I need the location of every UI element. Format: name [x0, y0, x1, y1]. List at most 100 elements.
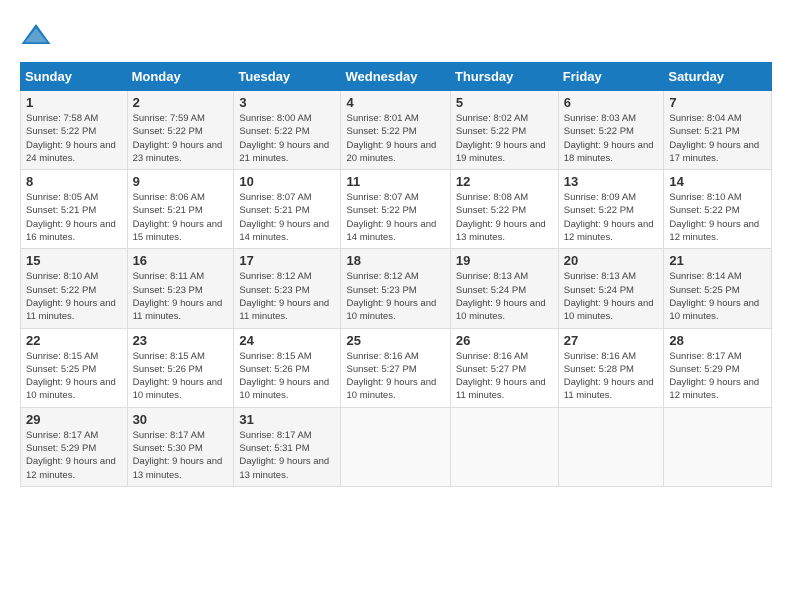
day-info: Sunrise: 8:16 AMSunset: 5:27 PMDaylight:… — [456, 350, 553, 403]
calendar-cell: 8 Sunrise: 8:05 AMSunset: 5:21 PMDaylight… — [21, 170, 128, 249]
calendar-cell: 11Sunrise: 8:07 AMSunset: 5:22 PMDayligh… — [341, 170, 450, 249]
day-number: 19 — [456, 253, 553, 268]
calendar-cell: 1 Sunrise: 7:58 AMSunset: 5:22 PMDaylight… — [21, 91, 128, 170]
day-info: Sunrise: 8:12 AMSunset: 5:23 PMDaylight:… — [346, 270, 444, 323]
day-number: 3 — [239, 95, 335, 110]
header-sunday: Sunday — [21, 63, 128, 91]
week-row-2: 15Sunrise: 8:10 AMSunset: 5:22 PMDayligh… — [21, 249, 772, 328]
day-number: 14 — [669, 174, 766, 189]
calendar-cell: 12 Sunrise: 8:08 AMSunset: 5:22 PMDayligh… — [450, 170, 558, 249]
day-number: 1 — [26, 95, 122, 110]
page-header — [20, 20, 772, 52]
calendar-cell: 21 Sunrise: 8:14 AMSunset: 5:25 PMDayligh… — [664, 249, 772, 328]
day-number: 12 — [456, 174, 553, 189]
day-info: Sunrise: 8:01 AMSunset: 5:22 PMDaylight:… — [346, 112, 444, 165]
day-info: Sunrise: 8:11 AMSunset: 5:23 PMDaylight:… — [133, 270, 229, 323]
week-row-0: 1 Sunrise: 7:58 AMSunset: 5:22 PMDaylight… — [21, 91, 772, 170]
day-number: 30 — [133, 412, 229, 427]
calendar-header: SundayMondayTuesdayWednesdayThursdayFrid… — [21, 63, 772, 91]
day-info: Sunrise: 8:03 AMSunset: 5:22 PMDaylight:… — [564, 112, 659, 165]
week-row-1: 8 Sunrise: 8:05 AMSunset: 5:21 PMDaylight… — [21, 170, 772, 249]
calendar-cell: 5 Sunrise: 8:02 AMSunset: 5:22 PMDaylight… — [450, 91, 558, 170]
day-number: 8 — [26, 174, 122, 189]
logo — [20, 20, 56, 52]
week-row-3: 22 Sunrise: 8:15 AMSunset: 5:25 PMDayligh… — [21, 328, 772, 407]
day-info: Sunrise: 8:17 AMSunset: 5:30 PMDaylight:… — [133, 429, 229, 482]
calendar-cell: 14 Sunrise: 8:10 AMSunset: 5:22 PMDayligh… — [664, 170, 772, 249]
calendar-cell: 29 Sunrise: 8:17 AMSunset: 5:29 PMDayligh… — [21, 407, 128, 486]
calendar-cell: 19 Sunrise: 8:13 AMSunset: 5:24 PMDayligh… — [450, 249, 558, 328]
day-number: 10 — [239, 174, 335, 189]
day-info: Sunrise: 8:07 AMSunset: 5:21 PMDaylight:… — [239, 191, 335, 244]
day-number: 9 — [133, 174, 229, 189]
calendar-cell: 16Sunrise: 8:11 AMSunset: 5:23 PMDayligh… — [127, 249, 234, 328]
day-info: Sunrise: 8:02 AMSunset: 5:22 PMDaylight:… — [456, 112, 553, 165]
day-number: 22 — [26, 333, 122, 348]
calendar-cell: 13 Sunrise: 8:09 AMSunset: 5:22 PMDayligh… — [558, 170, 664, 249]
week-row-4: 29 Sunrise: 8:17 AMSunset: 5:29 PMDayligh… — [21, 407, 772, 486]
day-info: Sunrise: 8:14 AMSunset: 5:25 PMDaylight:… — [669, 270, 766, 323]
calendar-cell: 3Sunrise: 8:00 AMSunset: 5:22 PMDaylight… — [234, 91, 341, 170]
calendar-cell — [558, 407, 664, 486]
calendar-cell: 23 Sunrise: 8:15 AMSunset: 5:26 PMDayligh… — [127, 328, 234, 407]
calendar-cell — [341, 407, 450, 486]
calendar-cell: 24 Sunrise: 8:15 AMSunset: 5:26 PMDayligh… — [234, 328, 341, 407]
day-info: Sunrise: 8:09 AMSunset: 5:22 PMDaylight:… — [564, 191, 659, 244]
calendar-cell: 4 Sunrise: 8:01 AMSunset: 5:22 PMDaylight… — [341, 91, 450, 170]
day-number: 20 — [564, 253, 659, 268]
header-wednesday: Wednesday — [341, 63, 450, 91]
day-number: 11 — [346, 174, 444, 189]
calendar-cell: 17Sunrise: 8:12 AMSunset: 5:23 PMDayligh… — [234, 249, 341, 328]
day-info: Sunrise: 8:06 AMSunset: 5:21 PMDaylight:… — [133, 191, 229, 244]
day-number: 4 — [346, 95, 444, 110]
day-number: 18 — [346, 253, 444, 268]
day-number: 2 — [133, 95, 229, 110]
day-number: 17 — [239, 253, 335, 268]
day-info: Sunrise: 7:58 AMSunset: 5:22 PMDaylight:… — [26, 112, 122, 165]
calendar-cell: 31Sunrise: 8:17 AMSunset: 5:31 PMDayligh… — [234, 407, 341, 486]
calendar-cell: 18 Sunrise: 8:12 AMSunset: 5:23 PMDayligh… — [341, 249, 450, 328]
day-number: 29 — [26, 412, 122, 427]
day-info: Sunrise: 8:15 AMSunset: 5:26 PMDaylight:… — [239, 350, 335, 403]
calendar-table: SundayMondayTuesdayWednesdayThursdayFrid… — [20, 62, 772, 487]
calendar-cell: 2 Sunrise: 7:59 AMSunset: 5:22 PMDaylight… — [127, 91, 234, 170]
calendar-cell: 30 Sunrise: 8:17 AMSunset: 5:30 PMDayligh… — [127, 407, 234, 486]
logo-icon — [20, 20, 52, 52]
calendar-cell: 10 Sunrise: 8:07 AMSunset: 5:21 PMDayligh… — [234, 170, 341, 249]
header-row: SundayMondayTuesdayWednesdayThursdayFrid… — [21, 63, 772, 91]
day-info: Sunrise: 7:59 AMSunset: 5:22 PMDaylight:… — [133, 112, 229, 165]
day-info: Sunrise: 8:15 AMSunset: 5:26 PMDaylight:… — [133, 350, 229, 403]
calendar-cell: 26Sunrise: 8:16 AMSunset: 5:27 PMDayligh… — [450, 328, 558, 407]
day-info: Sunrise: 8:10 AMSunset: 5:22 PMDaylight:… — [669, 191, 766, 244]
day-info: Sunrise: 8:15 AMSunset: 5:25 PMDaylight:… — [26, 350, 122, 403]
day-info: Sunrise: 8:10 AMSunset: 5:22 PMDaylight:… — [26, 270, 122, 323]
day-number: 24 — [239, 333, 335, 348]
day-number: 23 — [133, 333, 229, 348]
day-info: Sunrise: 8:13 AMSunset: 5:24 PMDaylight:… — [456, 270, 553, 323]
day-number: 25 — [346, 333, 444, 348]
header-saturday: Saturday — [664, 63, 772, 91]
calendar-cell — [664, 407, 772, 486]
calendar-cell: 28Sunrise: 8:17 AMSunset: 5:29 PMDayligh… — [664, 328, 772, 407]
day-number: 27 — [564, 333, 659, 348]
header-tuesday: Tuesday — [234, 63, 341, 91]
day-info: Sunrise: 8:17 AMSunset: 5:29 PMDaylight:… — [669, 350, 766, 403]
header-monday: Monday — [127, 63, 234, 91]
calendar-cell: 9 Sunrise: 8:06 AMSunset: 5:21 PMDaylight… — [127, 170, 234, 249]
day-info: Sunrise: 8:08 AMSunset: 5:22 PMDaylight:… — [456, 191, 553, 244]
calendar-body: 1 Sunrise: 7:58 AMSunset: 5:22 PMDaylight… — [21, 91, 772, 487]
day-number: 5 — [456, 95, 553, 110]
day-info: Sunrise: 8:17 AMSunset: 5:29 PMDaylight:… — [26, 429, 122, 482]
calendar-cell: 25Sunrise: 8:16 AMSunset: 5:27 PMDayligh… — [341, 328, 450, 407]
day-info: Sunrise: 8:16 AMSunset: 5:28 PMDaylight:… — [564, 350, 659, 403]
day-number: 21 — [669, 253, 766, 268]
calendar-cell: 27 Sunrise: 8:16 AMSunset: 5:28 PMDayligh… — [558, 328, 664, 407]
calendar-cell — [450, 407, 558, 486]
day-number: 13 — [564, 174, 659, 189]
calendar-cell: 20Sunrise: 8:13 AMSunset: 5:24 PMDayligh… — [558, 249, 664, 328]
header-thursday: Thursday — [450, 63, 558, 91]
day-number: 6 — [564, 95, 659, 110]
day-info: Sunrise: 8:05 AMSunset: 5:21 PMDaylight:… — [26, 191, 122, 244]
day-info: Sunrise: 8:04 AMSunset: 5:21 PMDaylight:… — [669, 112, 766, 165]
calendar-cell: 15Sunrise: 8:10 AMSunset: 5:22 PMDayligh… — [21, 249, 128, 328]
